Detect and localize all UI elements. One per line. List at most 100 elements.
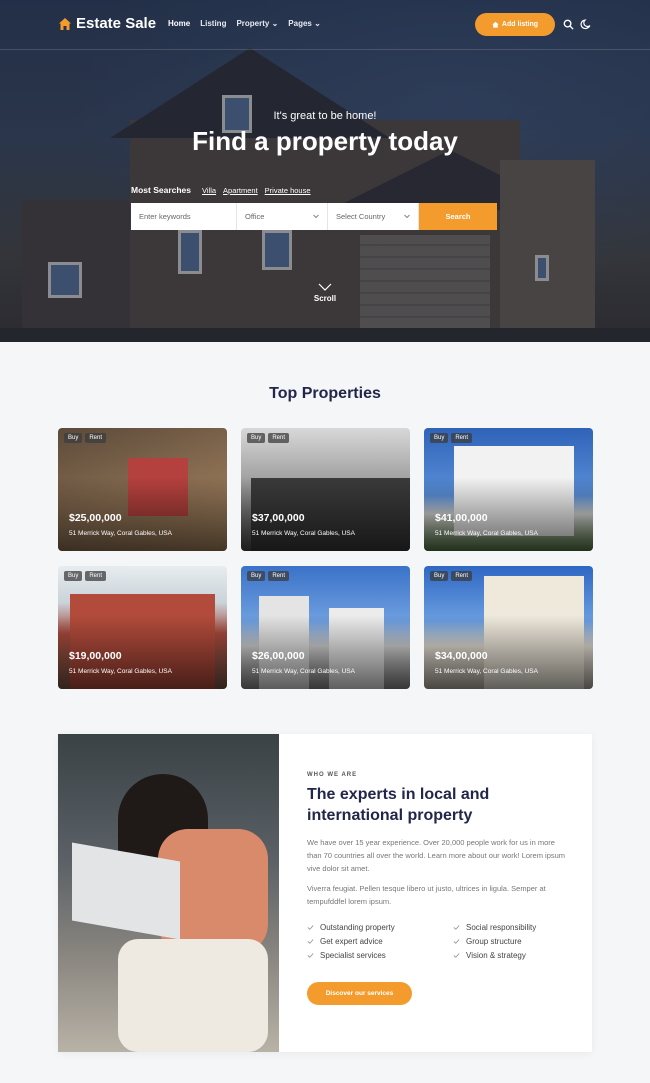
tag-buy[interactable]: Buy <box>430 571 449 581</box>
scroll-label: Scroll <box>313 294 337 303</box>
search-bar: Enter keywords Office Select Country Sea… <box>131 203 497 230</box>
most-search-private-house[interactable]: Private house <box>265 186 311 195</box>
check-icon <box>307 953 314 958</box>
check-icon <box>453 939 460 944</box>
feature-list: Outstanding property Social responsibili… <box>307 923 567 960</box>
most-searches: Most Searches Villa Apartment Private ho… <box>131 185 311 195</box>
country-placeholder: Select Country <box>336 212 386 221</box>
hero-title: Find a property today <box>192 126 458 156</box>
add-listing-button[interactable]: Add listing <box>475 13 555 36</box>
hero-section: Estate Sale Home Listing Property ⌄ Page… <box>0 0 650 342</box>
property-card[interactable]: Buy Rent $26,00,000 51 Merrick Way, Cora… <box>241 566 410 689</box>
chevron-down-icon <box>313 214 319 219</box>
keywords-placeholder: Enter keywords <box>139 212 191 221</box>
about-paragraph: We have over 15 year experience. Over 20… <box>307 838 566 873</box>
card-address: 51 Merrick Way, Coral Gables, USA <box>69 668 172 675</box>
feature-item: Group structure <box>453 937 563 946</box>
tag-rent[interactable]: Rent <box>451 571 473 581</box>
card-tags: Buy Rent <box>430 571 473 581</box>
check-icon <box>453 953 460 958</box>
nav-item-home[interactable]: Home <box>168 19 190 28</box>
card-tags: Buy Rent <box>247 571 290 581</box>
card-price: $19,00,000 <box>69 650 122 662</box>
card-address: 51 Merrick Way, Coral Gables, USA <box>252 668 355 675</box>
tag-rent[interactable]: Rent <box>268 571 290 581</box>
person-pants <box>118 939 268 1052</box>
keywords-input[interactable]: Enter keywords <box>131 203 237 230</box>
tag-rent[interactable]: Rent <box>85 433 107 443</box>
feature-label: Specialist services <box>320 951 386 960</box>
feature-label: Vision & strategy <box>466 951 526 960</box>
property-card[interactable]: Buy Rent $19,00,000 51 Merrick Way, Cora… <box>58 566 227 689</box>
chevron-down-icon <box>404 214 410 219</box>
property-grid: Buy Rent $25,00,000 51 Merrick Way, Cora… <box>58 428 593 689</box>
tag-buy[interactable]: Buy <box>247 571 266 581</box>
tag-buy[interactable]: Buy <box>64 571 83 581</box>
most-search-apartment[interactable]: Apartment <box>223 186 258 195</box>
check-icon <box>453 925 460 930</box>
property-card[interactable]: Buy Rent $37,00,000 51 Merrick Way, Cora… <box>241 428 410 551</box>
search-button[interactable]: Search <box>419 203 497 230</box>
most-searches-label: Most Searches <box>131 185 191 195</box>
add-listing-label: Add listing <box>501 21 539 28</box>
feature-label: Outstanding property <box>320 923 395 932</box>
check-icon <box>307 925 314 930</box>
card-price: $26,00,000 <box>252 650 305 662</box>
home-icon <box>492 21 499 28</box>
top-nav: Estate Sale Home Listing Property ⌄ Page… <box>0 0 650 50</box>
card-tags: Buy Rent <box>64 571 107 581</box>
main-menu: Home Listing Property ⌄ Pages ⌄ <box>168 19 321 28</box>
card-tags: Buy Rent <box>247 433 290 443</box>
scroll-indicator[interactable]: Scroll <box>0 283 650 303</box>
top-properties-title: Top Properties <box>269 385 381 402</box>
brand-name: Estate Sale <box>76 15 157 32</box>
card-tags: Buy Rent <box>430 433 473 443</box>
chevron-down-icon <box>318 283 332 291</box>
tag-rent[interactable]: Rent <box>268 433 290 443</box>
discover-services-button[interactable]: Discover our services <box>307 982 412 1005</box>
card-price: $25,00,000 <box>69 512 122 524</box>
tag-buy[interactable]: Buy <box>247 433 266 443</box>
card-price: $37,00,000 <box>252 512 305 524</box>
feature-label: Get expert advice <box>320 937 383 946</box>
tag-rent[interactable]: Rent <box>451 433 473 443</box>
moon-icon[interactable] <box>580 19 591 30</box>
card-price: $34,00,000 <box>435 650 488 662</box>
brand-logo[interactable]: Estate Sale <box>58 15 156 32</box>
card-address: 51 Merrick Way, Coral Gables, USA <box>252 530 355 537</box>
about-section: WHO WE ARE The experts in local and inte… <box>58 734 592 1052</box>
about-content: WHO WE ARE The experts in local and inte… <box>307 772 567 1005</box>
about-paragraph: Viverra feugiat. Pellen tesque libero ut… <box>307 884 546 906</box>
home-icon <box>59 17 71 30</box>
property-card[interactable]: Buy Rent $34,00,000 51 Merrick Way, Cora… <box>424 566 593 689</box>
property-type-value: Office <box>245 212 265 221</box>
feature-item: Outstanding property <box>307 923 453 932</box>
feature-label: Social responsibility <box>466 923 537 932</box>
card-address: 51 Merrick Way, Coral Gables, USA <box>69 530 172 537</box>
about-eyebrow: WHO WE ARE <box>307 772 358 778</box>
property-type-select[interactable]: Office <box>237 203 328 230</box>
card-address: 51 Merrick Way, Coral Gables, USA <box>435 668 538 675</box>
feature-item: Social responsibility <box>453 923 563 932</box>
tag-buy[interactable]: Buy <box>64 433 83 443</box>
tag-buy[interactable]: Buy <box>430 433 449 443</box>
check-icon <box>307 939 314 944</box>
feature-item: Vision & strategy <box>453 951 563 960</box>
hero-subtitle: It's great to be home! <box>273 110 377 122</box>
property-card[interactable]: Buy Rent $41,00,000 51 Merrick Way, Cora… <box>424 428 593 551</box>
nav-item-pages[interactable]: Pages ⌄ <box>288 19 321 28</box>
about-photo <box>58 734 279 1052</box>
feature-label: Group structure <box>466 937 522 946</box>
nav-item-listing[interactable]: Listing <box>200 19 226 28</box>
feature-item: Get expert advice <box>307 937 453 946</box>
card-tags: Buy Rent <box>64 433 107 443</box>
property-card[interactable]: Buy Rent $25,00,000 51 Merrick Way, Cora… <box>58 428 227 551</box>
country-select[interactable]: Select Country <box>328 203 419 230</box>
search-icon[interactable] <box>563 19 574 30</box>
tag-rent[interactable]: Rent <box>85 571 107 581</box>
card-address: 51 Merrick Way, Coral Gables, USA <box>435 530 538 537</box>
about-title: The experts in local and international p… <box>307 786 490 824</box>
feature-item: Specialist services <box>307 951 453 960</box>
most-search-villa[interactable]: Villa <box>202 186 216 195</box>
nav-item-property[interactable]: Property ⌄ <box>236 19 278 28</box>
